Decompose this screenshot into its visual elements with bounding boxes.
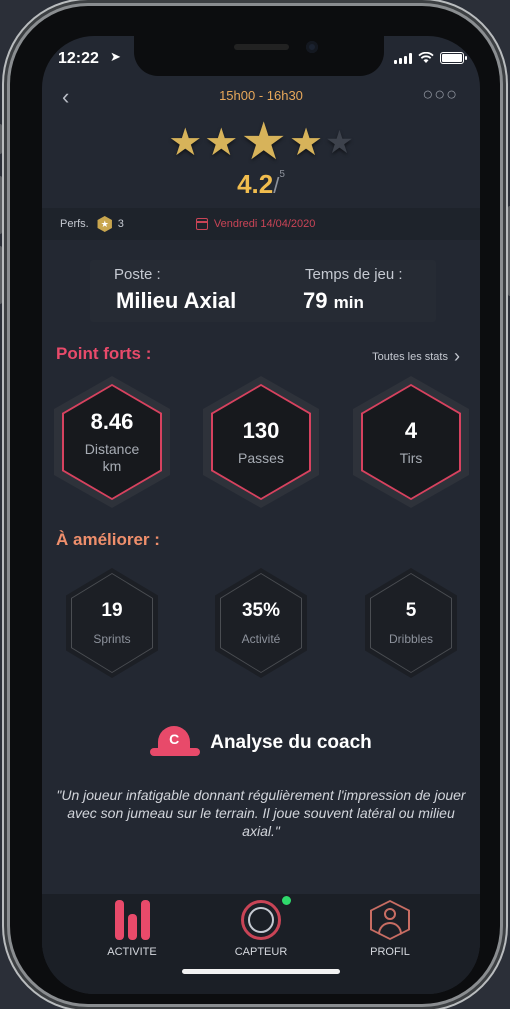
stat-value: 130 <box>242 417 280 443</box>
more-button[interactable]: ○○○ <box>422 84 458 105</box>
star-icon: ★ <box>240 113 287 171</box>
temps-number: 79 <box>303 288 328 313</box>
improve-title: À améliorer : <box>56 530 160 549</box>
all-stats-label: Toutes les stats <box>372 350 448 363</box>
front-camera <box>306 41 318 53</box>
stat-hex-activite[interactable]: 35% Activité <box>215 568 307 678</box>
stat-hex-tirs[interactable]: 4 Tirs <box>353 376 469 508</box>
perf-bar: Perfs. ★ 3 Vendredi 14/04/2020 <box>42 208 480 240</box>
tab-activite[interactable]: ACTIVITE <box>72 900 192 958</box>
poste-value: Milieu Axial <box>116 288 237 313</box>
volume-down-button <box>0 246 2 304</box>
star-icon: ★ <box>168 121 203 164</box>
profile-hex-icon <box>370 900 410 940</box>
tab-label: PROFIL <box>370 946 410 958</box>
session-date: Vendredi 14/04/2020 <box>213 218 316 230</box>
session-time-range: 15h00 - 16h30 <box>219 88 303 103</box>
coach-quote: "Un joueur infatigable donnant régulière… <box>56 787 466 839</box>
status-time: 12:22 <box>58 50 99 67</box>
stat-value: 4 <box>404 417 418 443</box>
speaker <box>234 44 289 50</box>
location-arrow-icon: ➤ <box>110 49 121 64</box>
poste-label: Poste : <box>114 266 161 283</box>
position-card: Poste : Milieu Axial Temps de jeu : 79 m… <box>90 260 436 322</box>
stat-hex-passes[interactable]: 130 Passes <box>203 376 319 508</box>
stat-value: 8.46 <box>90 409 134 435</box>
app-screen: 12:22 ➤ ‹ 15h00 - 16h30 ○○○ ★ ★ ★ ★ ★ 4.… <box>42 36 480 994</box>
star-icon: ★ <box>204 121 239 164</box>
coach-header: C Analyse du coach <box>42 726 480 760</box>
stat-value: 35% <box>241 600 281 621</box>
tab-profil[interactable]: PROFIL <box>330 900 450 958</box>
stat-value: 5 <box>405 600 417 621</box>
signal-icon <box>394 52 412 64</box>
star-icon: ★ <box>289 121 324 164</box>
stat-label: Passes <box>238 449 284 466</box>
tab-label: ACTIVITE <box>107 946 157 958</box>
stat-label: Tirs <box>399 449 423 466</box>
rating-score: 4.2/5 <box>42 169 480 200</box>
battery-icon <box>440 52 467 64</box>
temps-label: Temps de jeu : <box>305 266 403 283</box>
mute-switch <box>0 124 2 154</box>
wifi-icon <box>418 52 434 63</box>
notch <box>134 36 384 76</box>
temps-unit: min <box>333 293 364 312</box>
medal-count: 3 <box>117 218 124 230</box>
calendar-icon <box>195 218 208 230</box>
stat-value: 19 <box>101 600 123 621</box>
temps-value: 79 min <box>303 288 364 314</box>
status-icons <box>394 52 467 64</box>
rating-max: 5 <box>279 169 285 180</box>
stat-hex-sprints[interactable]: 19 Sprints <box>66 568 158 678</box>
coach-cap-icon: C <box>150 726 201 760</box>
coach-icon-letter: C <box>169 731 180 747</box>
tab-bar: ACTIVITE CAPTEUR PROFIL <box>42 894 480 994</box>
stat-hex-dribbles[interactable]: 5 Dribbles <box>365 568 457 678</box>
stat-hex-distance[interactable]: 8.46 Distance km <box>54 376 170 508</box>
activity-bars-icon <box>114 900 150 940</box>
stat-label: Distance km <box>84 441 140 474</box>
all-stats-link[interactable]: Toutes les stats › <box>372 346 460 367</box>
chevron-right-icon: › <box>454 346 460 366</box>
strong-points-title: Point forts : <box>56 344 152 363</box>
rating-value: 4.2 <box>237 169 274 199</box>
rating-stars: ★ ★ ★ ★ ★ <box>42 112 480 172</box>
stat-label: Dribbles <box>388 632 433 646</box>
stat-label: Sprints <box>93 632 131 646</box>
tab-capteur[interactable]: CAPTEUR <box>201 900 321 958</box>
perf-label: Perfs. <box>60 218 89 230</box>
volume-up-button <box>0 176 2 234</box>
star-empty-icon: ★ <box>325 124 354 160</box>
medal-icon: ★ <box>97 216 112 232</box>
tab-label: CAPTEUR <box>234 946 288 958</box>
sensor-ring-icon <box>241 900 281 940</box>
home-indicator[interactable] <box>182 969 340 974</box>
stat-label: Activité <box>241 632 281 646</box>
coach-title: Analyse du coach <box>210 732 372 753</box>
sensor-status-dot <box>282 896 291 905</box>
